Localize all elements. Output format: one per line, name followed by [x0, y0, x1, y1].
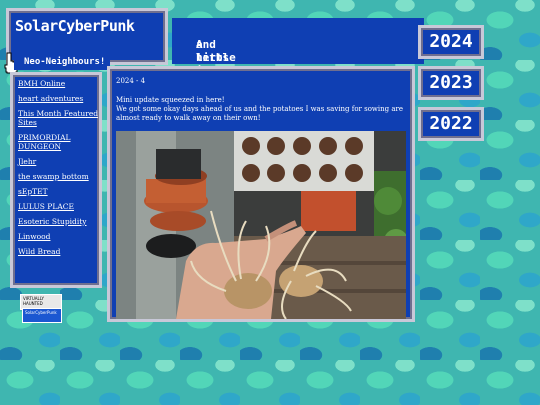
post-date: 2024 - 4 [116, 77, 146, 85]
sidebar-link-heart-adventures[interactable]: heart adventures [18, 94, 99, 103]
post-body: Mini update squeezed in here! We got som… [116, 96, 412, 123]
badge1-text: VIRTUALLY HAUNTED [23, 296, 44, 306]
sidebar-link-esoteric-stupidity[interactable]: Esoteric Stupidity [18, 217, 99, 226]
sidebar: BMH Online heart adventures This Month F… [10, 72, 102, 288]
post-photo [116, 131, 406, 319]
sidebar-link-bmh-online[interactable]: BMH Online [18, 79, 99, 88]
site-title: SolarCyberPunk [15, 17, 135, 35]
sidebar-link-featured-sites[interactable]: This Month Featured Sites [18, 109, 99, 127]
badge2-text: SolarCyberPunk [25, 310, 57, 315]
year-2023-label: 2023 [429, 72, 473, 93]
main-post-panel: 2024 - 4 Mini update squeezed in here! W… [107, 66, 415, 322]
sidebar-link-primordial-dungeon[interactable]: PRIMORDIAL DUNGEON [18, 133, 99, 151]
year-2022-button[interactable]: 2022 [418, 107, 484, 141]
sidebar-link-septet[interactable]: sEpTET [18, 187, 99, 196]
year-2022-label: 2022 [429, 113, 473, 134]
sidebar-link-swamp-bottom[interactable]: the swamp bottom [18, 172, 99, 181]
post-line2: We got some okay days ahead of us and th… [116, 105, 404, 122]
sidebar-link-jlehr[interactable]: Jlehr [18, 157, 99, 166]
neighbours-header: Neo-Neighbours! [14, 54, 110, 70]
site-button-badge[interactable]: SolarCyberPunk [22, 308, 62, 323]
sidebar-link-lulus-place[interactable]: LULUS PLACE [18, 202, 99, 211]
year-2024-button[interactable]: 2024 [418, 25, 484, 59]
tagline-box: A little blog about growing cropsand her… [172, 18, 424, 116]
year-2023-button[interactable]: 2023 [418, 66, 484, 100]
post-line1: Mini update squeezed in here! [116, 96, 225, 104]
sidebar-link-wild-bread[interactable]: Wild Bread [18, 247, 99, 256]
year-2024-label: 2024 [429, 31, 473, 52]
sidebar-link-linwood[interactable]: Linwood [18, 232, 99, 241]
